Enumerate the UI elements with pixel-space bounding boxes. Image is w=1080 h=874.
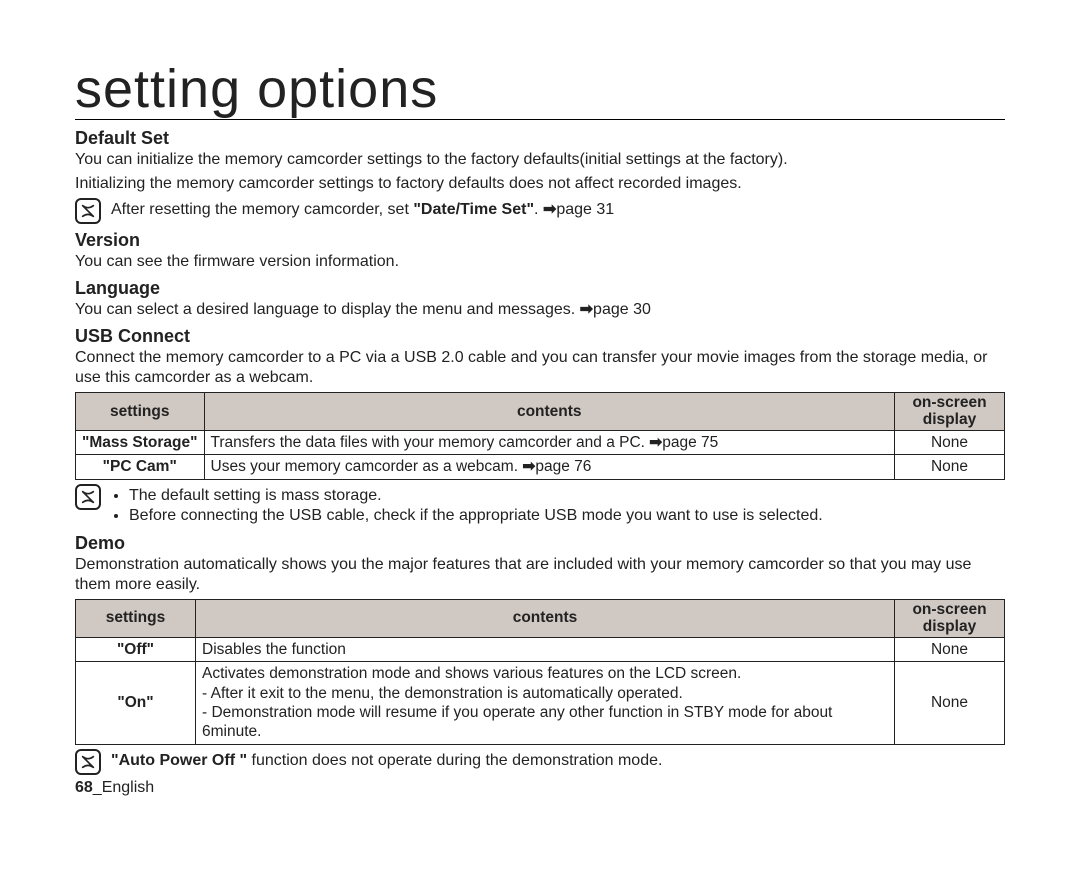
- demo-row-0-setting: "Off": [76, 637, 196, 661]
- table-row: "On" Activates demonstration mode and sh…: [76, 662, 1005, 745]
- demo-row-1-setting: "On": [76, 662, 196, 745]
- default-set-body-1: You can initialize the memory camcorder …: [75, 150, 1005, 170]
- demo-table: settings contents on-screen display "Off…: [75, 599, 1005, 744]
- note-default-set-text: After resetting the memory camcorder, se…: [111, 198, 1005, 221]
- demo-row-0-osd: None: [895, 637, 1005, 661]
- heading-default-set: Default Set: [75, 128, 1005, 149]
- manual-page: setting options Default Set You can init…: [0, 0, 1080, 874]
- note-icon: [75, 484, 101, 510]
- usb-row-0-content-text: Transfers the data files with your memor…: [211, 434, 650, 451]
- note-usb-item-0: The default setting is mass storage.: [129, 486, 1005, 507]
- note-usb: The default setting is mass storage. Bef…: [75, 484, 1005, 528]
- note-demo-bold: "Auto Power Off ": [111, 752, 247, 769]
- usb-connect-table: settings contents on-screen display "Mas…: [75, 392, 1005, 479]
- arrow-icon: ➡: [543, 200, 556, 221]
- note-icon: [75, 198, 101, 224]
- page-number: 68: [75, 779, 93, 796]
- note-demo-rest: function does not operate during the dem…: [247, 752, 662, 769]
- note-default-set-prefix: After resetting the memory camcorder, se…: [111, 201, 413, 218]
- arrow-icon: ➡: [580, 300, 593, 320]
- demo-row-1-content: Activates demonstration mode and shows v…: [196, 662, 895, 745]
- heading-demo: Demo: [75, 533, 1005, 554]
- note-usb-text: The default setting is mass storage. Bef…: [111, 484, 1005, 528]
- table-header-row: settings contents on-screen display: [76, 600, 1005, 638]
- table-row: "Off" Disables the function None: [76, 637, 1005, 661]
- version-body: You can see the firmware version informa…: [75, 252, 1005, 272]
- demo-body: Demonstration automatically shows you th…: [75, 555, 1005, 595]
- table-row: "PC Cam" Uses your memory camcorder as a…: [76, 455, 1005, 479]
- note-demo: "Auto Power Off " function does not oper…: [75, 749, 1005, 775]
- language-pageref: page 30: [593, 301, 651, 318]
- usb-row-1-content-text: Uses your memory camcorder as a webcam.: [211, 458, 523, 475]
- col-header-osd: on-screen display: [895, 393, 1005, 431]
- col-header-contents: contents: [204, 393, 895, 431]
- heading-language: Language: [75, 278, 1005, 299]
- usb-row-0-osd: None: [895, 430, 1005, 454]
- arrow-icon: ➡: [522, 457, 535, 476]
- usb-row-0-setting: "Mass Storage": [76, 430, 205, 454]
- col-header-contents: contents: [196, 600, 895, 638]
- demo-row-1-osd: None: [895, 662, 1005, 745]
- usb-connect-body: Connect the memory camcorder to a PC via…: [75, 348, 1005, 388]
- usb-row-1-setting: "PC Cam": [76, 455, 205, 479]
- demo-row-0-content: Disables the function: [196, 637, 895, 661]
- note-default-set-bold: "Date/Time Set": [413, 201, 534, 218]
- language-body-prefix: You can select a desired language to dis…: [75, 301, 580, 318]
- page-title: setting options: [75, 60, 1005, 120]
- note-default-set-pageref: page 31: [556, 201, 614, 218]
- col-header-settings: settings: [76, 600, 196, 638]
- page-lang: _English: [93, 779, 154, 796]
- table-row: "Mass Storage" Transfers the data files …: [76, 430, 1005, 454]
- usb-row-1-pageref: page 76: [535, 458, 591, 475]
- usb-row-0-content: Transfers the data files with your memor…: [204, 430, 895, 454]
- note-usb-item-1: Before connecting the USB cable, check i…: [129, 506, 1005, 527]
- table-header-row: settings contents on-screen display: [76, 393, 1005, 431]
- language-body: You can select a desired language to dis…: [75, 300, 1005, 320]
- note-default-set: After resetting the memory camcorder, se…: [75, 198, 1005, 224]
- note-default-set-suffix: .: [534, 201, 543, 218]
- note-icon: [75, 749, 101, 775]
- note-demo-text: "Auto Power Off " function does not oper…: [111, 749, 1005, 772]
- page-footer: 68_English: [75, 779, 1005, 797]
- default-set-body-2: Initializing the memory camcorder settin…: [75, 174, 1005, 194]
- arrow-icon: ➡: [649, 433, 662, 452]
- usb-row-1-osd: None: [895, 455, 1005, 479]
- col-header-osd: on-screen display: [895, 600, 1005, 638]
- col-header-settings: settings: [76, 393, 205, 431]
- heading-usb-connect: USB Connect: [75, 326, 1005, 347]
- usb-row-0-pageref: page 75: [662, 434, 718, 451]
- usb-row-1-content: Uses your memory camcorder as a webcam. …: [204, 455, 895, 479]
- heading-version: Version: [75, 230, 1005, 251]
